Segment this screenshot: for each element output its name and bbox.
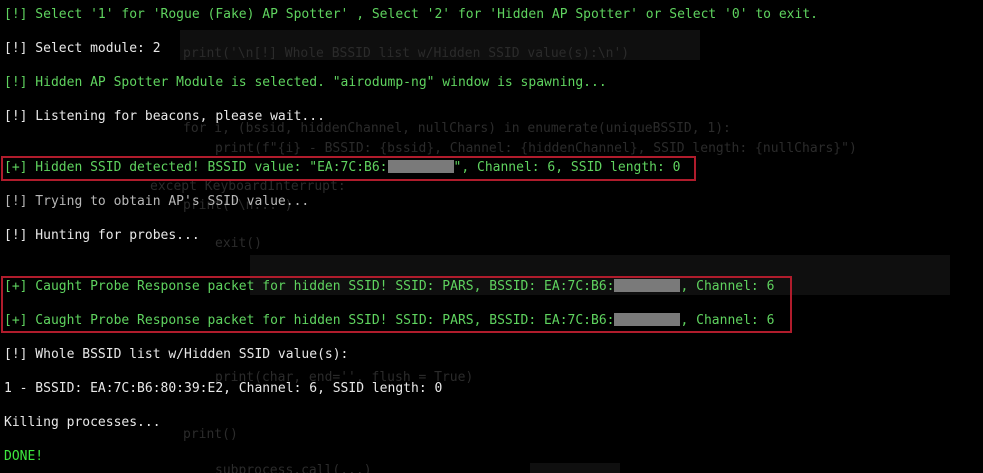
- output-module-selected: [!] Hidden AP Spotter Module is selected…: [4, 75, 607, 90]
- output-probe-response: [+] Caught Probe Response packet for hid…: [4, 313, 774, 329]
- output-hunting: [!] Hunting for probes...: [4, 228, 200, 243]
- ghost-code-line: print(): [183, 427, 238, 442]
- ghost-code-line: except KeyboardInterrupt:: [150, 179, 346, 194]
- probe-text: [+] Caught Probe Response packet for hid…: [4, 279, 615, 294]
- terminal-window: print('\n[!] Whole BSSID list w/Hidden S…: [0, 0, 983, 473]
- output-whole-list-header: [!] Whole BSSID list w/Hidden SSID value…: [4, 347, 349, 362]
- ghost-code-line: exit(): [215, 236, 262, 251]
- output-list-entry: 1 - BSSID: EA:7C:B6:80:39:E2, Channel: 6…: [4, 381, 443, 396]
- redacted-bssid-block: [614, 279, 681, 292]
- hidden-detected-text-tail: ", Channel: 6, SSID length: 0: [453, 160, 681, 175]
- redacted-bssid-block: [614, 313, 681, 326]
- ghost-code-line: print('\n[!] Whole BSSID list w/Hidden S…: [183, 46, 630, 61]
- output-select-module: [!] Select module: 2: [4, 41, 161, 56]
- probe-text-tail: , Channel: 6: [680, 313, 775, 328]
- output-probe-response: [+] Caught Probe Response packet for hid…: [4, 279, 774, 295]
- output-trying: [!] Trying to obtain AP's SSID value...: [4, 194, 310, 209]
- output-select-prompt: [!] Select '1' for 'Rogue (Fake) AP Spot…: [4, 7, 818, 22]
- probe-text: [+] Caught Probe Response packet for hid…: [4, 313, 615, 328]
- output-listening: [!] Listening for beacons, please wait..…: [4, 109, 325, 124]
- redacted-bssid-block: [387, 160, 454, 173]
- output-killing: Killing processes...: [4, 415, 161, 430]
- probe-text-tail: , Channel: 6: [680, 279, 775, 294]
- ghost-code-line: print(f"{i} - BSSID: {bssid}, Channel: {…: [215, 141, 857, 156]
- hidden-detected-text: [+] Hidden SSID detected! BSSID value: "…: [4, 160, 388, 175]
- output-done: DONE!: [4, 449, 44, 464]
- output-hidden-ssid-detected: [+] Hidden SSID detected! BSSID value: "…: [4, 160, 681, 176]
- ghost-code-line: subprocess.call(...): [215, 463, 372, 473]
